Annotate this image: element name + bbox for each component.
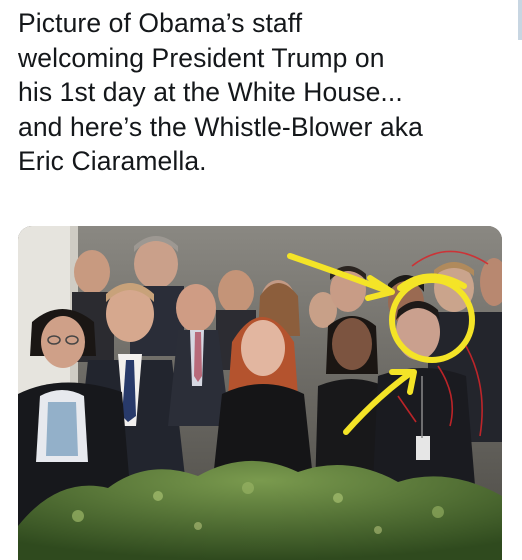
scroll-edge [518, 0, 522, 40]
group-photo-illustration [18, 226, 502, 560]
tweet-text: Picture of Obama’s staff welcoming Presi… [18, 8, 423, 177]
tweet-post: Picture of Obama’s staff welcoming Presi… [0, 0, 522, 560]
attached-photo[interactable] [18, 226, 502, 560]
